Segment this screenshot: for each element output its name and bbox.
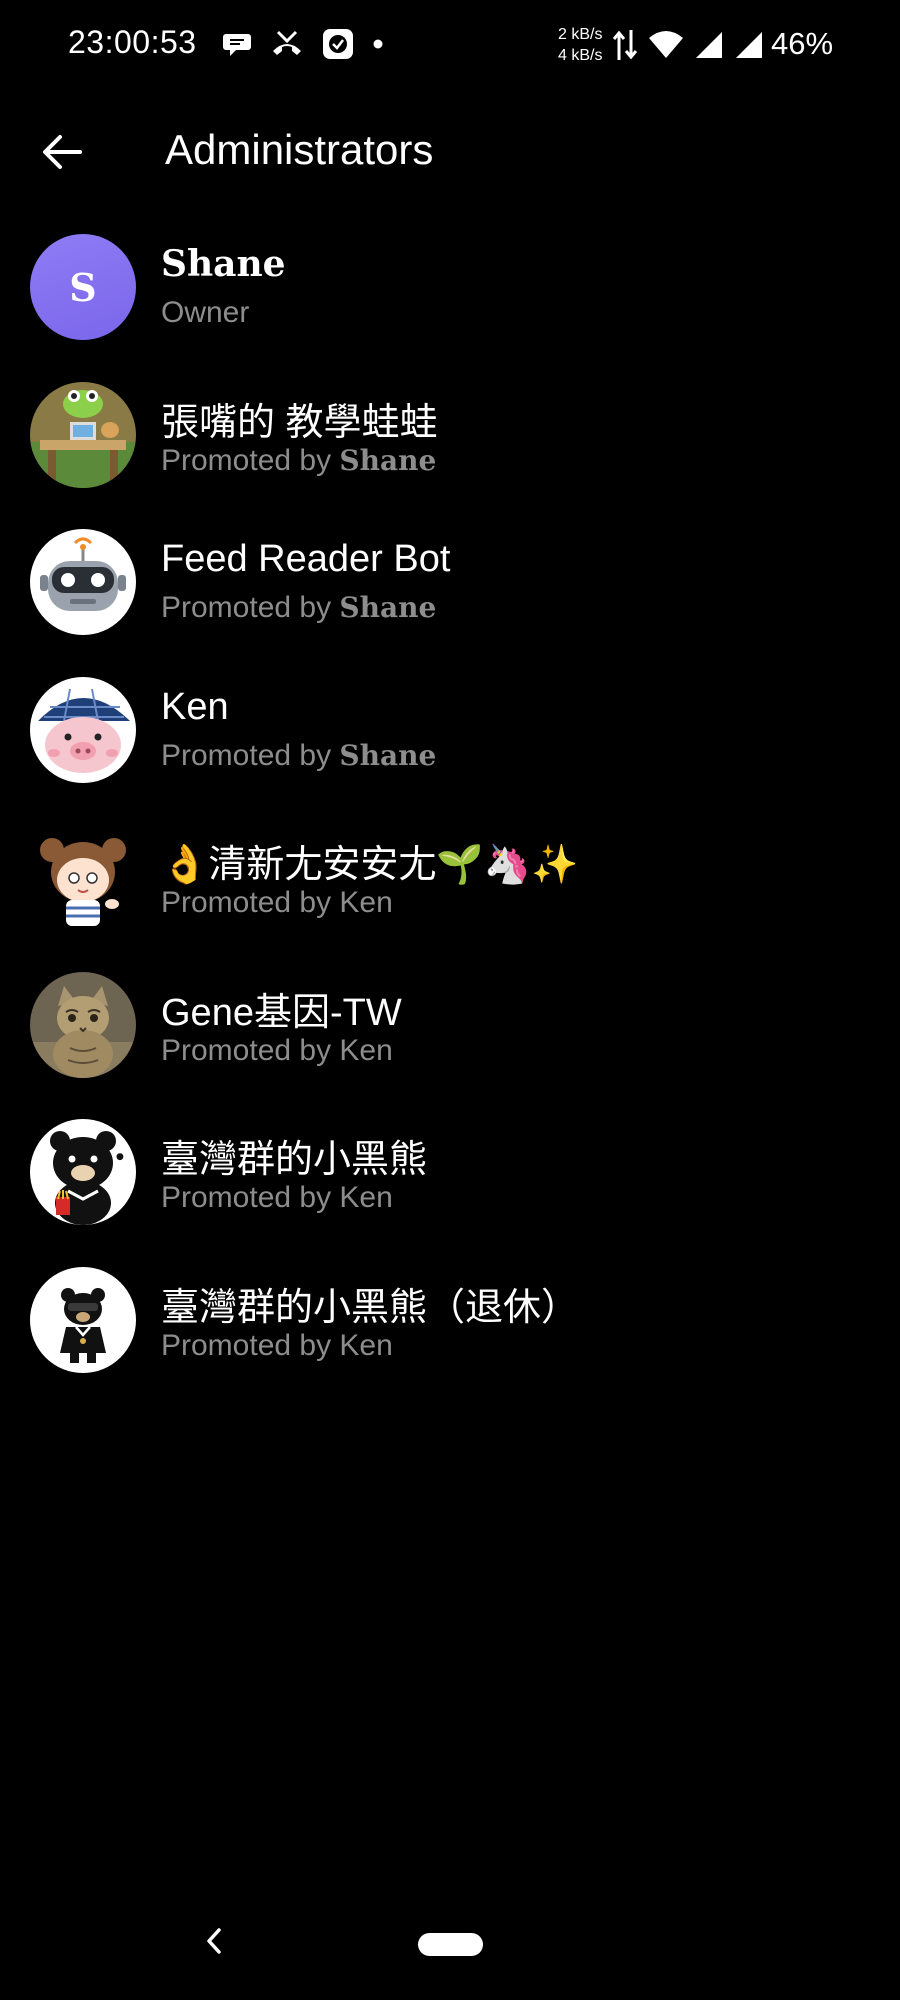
notification-icons <box>222 28 384 60</box>
promoter-name: Shane <box>339 443 437 477</box>
admin-name: Shane <box>161 243 286 285</box>
pig-avatar <box>30 676 136 783</box>
admin-row[interactable]: 臺灣群的小黑熊（退休） Promoted by Ken <box>0 1259 900 1407</box>
promoter-name: Ken <box>339 1181 393 1214</box>
admin-role: Promoted by Ken <box>161 886 393 920</box>
network-speed: 2 kB/s 4 kB/s <box>558 24 602 66</box>
promoter-name: Ken <box>339 1328 393 1362</box>
signal-icon <box>734 30 764 60</box>
admin-row[interactable]: Ken Promoted by Shane <box>0 669 900 817</box>
admin-name: 臺灣群的小黑熊 <box>161 1139 428 1181</box>
arrow-left-icon <box>42 134 82 175</box>
promoter-name: Ken <box>339 886 393 919</box>
status-bar: 23:00:53 2 kB/s 4 kB/s 46% <box>0 0 900 92</box>
svg-text:●: ● <box>116 1152 124 1162</box>
admin-role: Promoted by Shane <box>161 591 436 625</box>
admin-name: Ken <box>161 685 229 728</box>
home-pill-button[interactable] <box>418 1933 483 1956</box>
frog-avatar <box>30 381 136 488</box>
admin-role: Promoted by Ken <box>161 1034 393 1068</box>
system-icons <box>612 28 764 62</box>
admin-role: Promoted by Ken <box>161 1181 393 1215</box>
admin-row[interactable]: Gene基因-TW Promoted by Ken <box>0 964 900 1112</box>
dot-icon <box>372 38 384 50</box>
avatar-letter: S <box>30 234 136 340</box>
role-text: Promoted by <box>161 1328 340 1362</box>
app-icon <box>322 28 354 60</box>
battery-level: 46% <box>771 26 834 61</box>
wifi-icon <box>648 30 684 60</box>
cartoon-girl-avatar <box>30 824 136 930</box>
promoter-name: Shane <box>339 591 437 624</box>
avatar: S <box>30 234 136 340</box>
net-speed-up: 2 kB/s <box>558 26 603 43</box>
cat-avatar <box>30 971 136 1078</box>
admin-role: Promoted by Ken <box>161 1329 393 1363</box>
black-bear-avatar: ● <box>30 1119 136 1225</box>
retired-bear-avatar <box>30 1266 136 1373</box>
promoter-name: Shane <box>339 738 437 772</box>
admin-name: 臺灣群的小黑熊（退休） <box>161 1286 580 1329</box>
robot-avatar <box>30 529 136 635</box>
admin-name: 👌清新尢安安尢🌱🦄✨ <box>161 844 579 886</box>
app-header: Administrators <box>0 100 900 204</box>
chevron-left-icon <box>204 1926 224 1961</box>
signal-icon <box>694 30 724 60</box>
nav-back-button[interactable] <box>196 1920 232 1966</box>
administrators-list: S Shane Owner 張嘴的 教學蛙蛙 Promoted by Shane… <box>0 226 900 1406</box>
admin-role: Owner <box>161 296 249 330</box>
page-title: Administrators <box>165 126 434 173</box>
status-time: 23:00:53 <box>68 24 197 60</box>
data-arrows-icon <box>612 28 638 62</box>
role-text: Promoted by <box>161 738 340 772</box>
role-text: Promoted by <box>161 443 340 477</box>
promoter-name: Ken <box>339 1033 393 1067</box>
admin-name: 張嘴的 教學蛙蛙 <box>161 401 438 444</box>
role-text: Owner <box>161 296 250 329</box>
admin-row[interactable]: 張嘴的 教學蛙蛙 Promoted by Shane <box>0 374 900 522</box>
admin-role: Promoted by Shane <box>161 739 436 773</box>
role-text: Promoted by <box>161 591 340 624</box>
admin-name: Feed Reader Bot <box>161 538 451 580</box>
net-speed-down: 4 kB/s <box>558 47 603 64</box>
admin-role: Promoted by Shane <box>161 444 436 478</box>
admin-row[interactable]: 👌清新尢安安尢🌱🦄✨ Promoted by Ken <box>0 816 900 964</box>
system-navigation-bar <box>0 1900 900 2000</box>
admin-row[interactable]: S Shane Owner <box>0 226 900 374</box>
role-text: Promoted by <box>161 1033 340 1067</box>
role-text: Promoted by <box>161 886 340 919</box>
admin-row[interactable]: ● 臺灣群的小黑熊 Promoted by Ken <box>0 1111 900 1259</box>
missed-call-icon <box>270 29 304 59</box>
back-button[interactable] <box>30 122 94 186</box>
admin-row[interactable]: Feed Reader Bot Promoted by Shane <box>0 521 900 669</box>
chat-bubble-icon <box>222 29 252 59</box>
admin-name: Gene基因-TW <box>161 991 402 1034</box>
role-text: Promoted by <box>161 1181 340 1214</box>
